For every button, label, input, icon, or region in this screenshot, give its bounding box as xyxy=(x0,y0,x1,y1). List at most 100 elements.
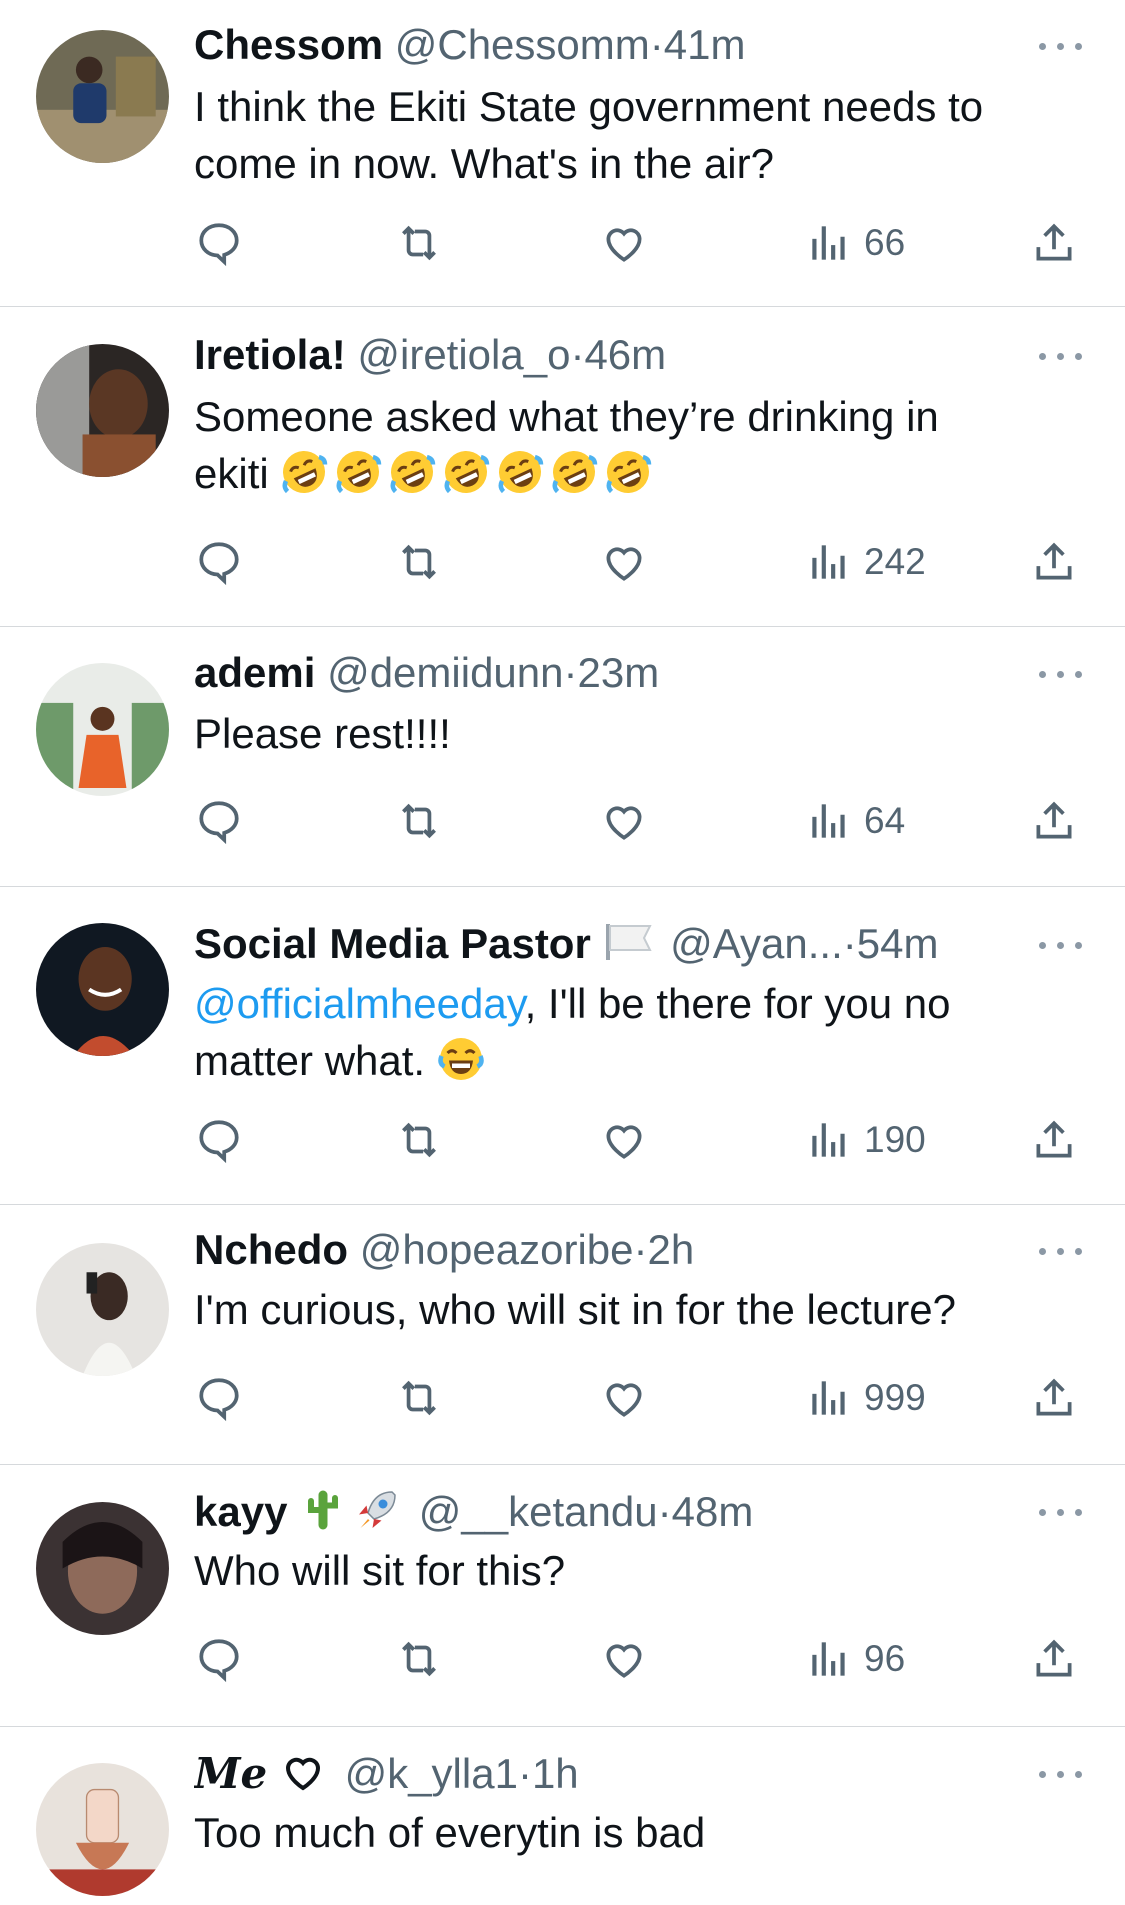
reply-button[interactable] xyxy=(194,215,244,271)
cactus-icon xyxy=(308,1490,339,1530)
handle[interactable]: @iretiola_o xyxy=(357,331,570,378)
tweet-header: Chessom @Chessomm·41m xyxy=(194,21,746,68)
mention-link[interactable]: @officialmheeday xyxy=(194,980,525,1027)
tweet-actions: 999 xyxy=(194,1370,1094,1426)
share-icon xyxy=(1036,542,1072,580)
share-button[interactable] xyxy=(1029,1631,1079,1687)
more-icon[interactable] xyxy=(1039,1764,1089,1784)
display-name[interactable]: ademi xyxy=(194,649,315,696)
display-name[interactable]: Nchedo xyxy=(194,1226,348,1273)
display-name[interactable]: Iretiola! xyxy=(194,331,346,378)
tweet-text: I think the Ekiti State government needs… xyxy=(194,83,984,187)
tweet-header: Social Media Pastor @Ayan...·54m xyxy=(194,920,939,967)
timestamp[interactable]: 1h xyxy=(532,1750,579,1797)
views-icon xyxy=(812,545,845,579)
reply-button[interactable] xyxy=(194,793,244,849)
tweet-6[interactable]: kayy @__ketandu·48m Who will sit for thi… xyxy=(0,1465,1125,1727)
retweet-icon xyxy=(402,1380,436,1416)
rolling-on-floor-laughing-icon xyxy=(498,451,544,494)
tweet-header: Iretiola! @iretiola_o·46m xyxy=(194,331,667,378)
avatar[interactable] xyxy=(36,663,169,796)
like-button[interactable] xyxy=(599,215,649,271)
view-count: 64 xyxy=(864,800,906,841)
share-button[interactable] xyxy=(1029,215,1079,271)
avatar[interactable] xyxy=(36,1763,169,1896)
views-button[interactable]: 64 xyxy=(804,793,905,849)
avatar[interactable] xyxy=(36,30,169,163)
retweet-button[interactable] xyxy=(394,1370,444,1426)
share-button[interactable] xyxy=(1029,534,1079,590)
views-button[interactable]: 190 xyxy=(804,1112,926,1168)
view-count: 242 xyxy=(864,541,926,582)
view-count: 190 xyxy=(864,1119,926,1160)
avatar[interactable] xyxy=(36,923,169,1056)
share-button[interactable] xyxy=(1029,793,1079,849)
display-name[interactable]: kayy xyxy=(194,1488,287,1535)
share-button[interactable] xyxy=(1029,1370,1079,1426)
display-name[interactable]: Me xyxy=(194,1749,267,1798)
tweet-2[interactable]: Iretiola! @iretiola_o·46m Someone asked … xyxy=(0,307,1125,627)
reply-button[interactable] xyxy=(194,534,244,590)
like-button[interactable] xyxy=(599,1112,649,1168)
retweet-button[interactable] xyxy=(394,793,444,849)
tweet-3[interactable]: ademi @demiidunn·23m Please rest!!!! 64 xyxy=(0,627,1125,887)
timestamp[interactable]: 2h xyxy=(648,1226,695,1273)
reply-icon xyxy=(199,542,239,586)
reply-button[interactable] xyxy=(194,1631,244,1687)
more-icon[interactable] xyxy=(1039,935,1089,955)
timestamp[interactable]: 46m xyxy=(584,331,666,378)
views-icon xyxy=(812,1123,845,1157)
tweet-text: Someone asked what they’re drinking in e… xyxy=(194,388,1074,502)
emoji-row xyxy=(280,450,658,497)
display-name[interactable]: Social Media Pastor xyxy=(194,920,591,967)
more-icon[interactable] xyxy=(1039,664,1089,684)
handle[interactable]: @k_ylla1 xyxy=(345,1750,518,1797)
handle[interactable]: @demiidunn xyxy=(327,649,563,696)
tweet-actions: 66 xyxy=(194,215,1094,271)
view-count: 999 xyxy=(864,1377,926,1418)
timestamp[interactable]: 48m xyxy=(672,1488,754,1535)
reply-icon xyxy=(199,1120,239,1164)
tweet-7[interactable]: Me @k_ylla1·1h Too much of everytin is b… xyxy=(0,1727,1125,1905)
views-button[interactable]: 999 xyxy=(804,1370,926,1426)
timestamp[interactable]: 41m xyxy=(664,21,746,68)
tweet-4[interactable]: Social Media Pastor @Ayan...·54m @offici… xyxy=(0,887,1125,1205)
timestamp[interactable]: 23m xyxy=(578,649,660,696)
share-button[interactable] xyxy=(1029,1112,1079,1168)
tweet-text: Who will sit for this? xyxy=(194,1547,566,1594)
rolling-on-floor-laughing-icon xyxy=(282,451,328,494)
share-icon xyxy=(1036,1120,1072,1158)
tweet-header: kayy @__ketandu·48m xyxy=(194,1488,754,1535)
retweet-button[interactable] xyxy=(394,215,444,271)
timestamp[interactable]: 54m xyxy=(857,920,939,967)
more-icon[interactable] xyxy=(1039,36,1089,56)
like-button[interactable] xyxy=(599,793,649,849)
more-icon[interactable] xyxy=(1039,1502,1089,1522)
handle[interactable]: @Ayan... xyxy=(670,920,843,967)
like-button[interactable] xyxy=(599,1370,649,1426)
more-icon[interactable] xyxy=(1039,346,1089,366)
tweet-5[interactable]: Nchedo @hopeazoribe·2h I'm curious, who … xyxy=(0,1205,1125,1465)
tweet-1[interactable]: Chessom @Chessomm·41m I think the Ekiti … xyxy=(0,0,1125,307)
like-button[interactable] xyxy=(599,1631,649,1687)
avatar[interactable] xyxy=(36,344,169,477)
like-button[interactable] xyxy=(599,534,649,590)
more-icon[interactable] xyxy=(1039,1241,1089,1261)
views-button[interactable]: 66 xyxy=(804,215,905,271)
display-name[interactable]: Chessom xyxy=(194,21,383,68)
views-button[interactable]: 96 xyxy=(804,1631,905,1687)
retweet-button[interactable] xyxy=(394,1631,444,1687)
retweet-icon xyxy=(402,1641,436,1677)
retweet-button[interactable] xyxy=(394,534,444,590)
avatar[interactable] xyxy=(36,1502,169,1635)
handle[interactable]: @hopeazoribe xyxy=(360,1226,634,1273)
tweet-header: Nchedo @hopeazoribe·2h xyxy=(194,1226,695,1273)
handle[interactable]: @Chessomm xyxy=(395,21,650,68)
heart-icon xyxy=(606,547,642,581)
reply-button[interactable] xyxy=(194,1112,244,1168)
handle[interactable]: @__ketandu xyxy=(419,1488,658,1535)
views-button[interactable]: 242 xyxy=(804,534,926,590)
retweet-button[interactable] xyxy=(394,1112,444,1168)
reply-button[interactable] xyxy=(194,1370,244,1426)
avatar[interactable] xyxy=(36,1243,169,1376)
